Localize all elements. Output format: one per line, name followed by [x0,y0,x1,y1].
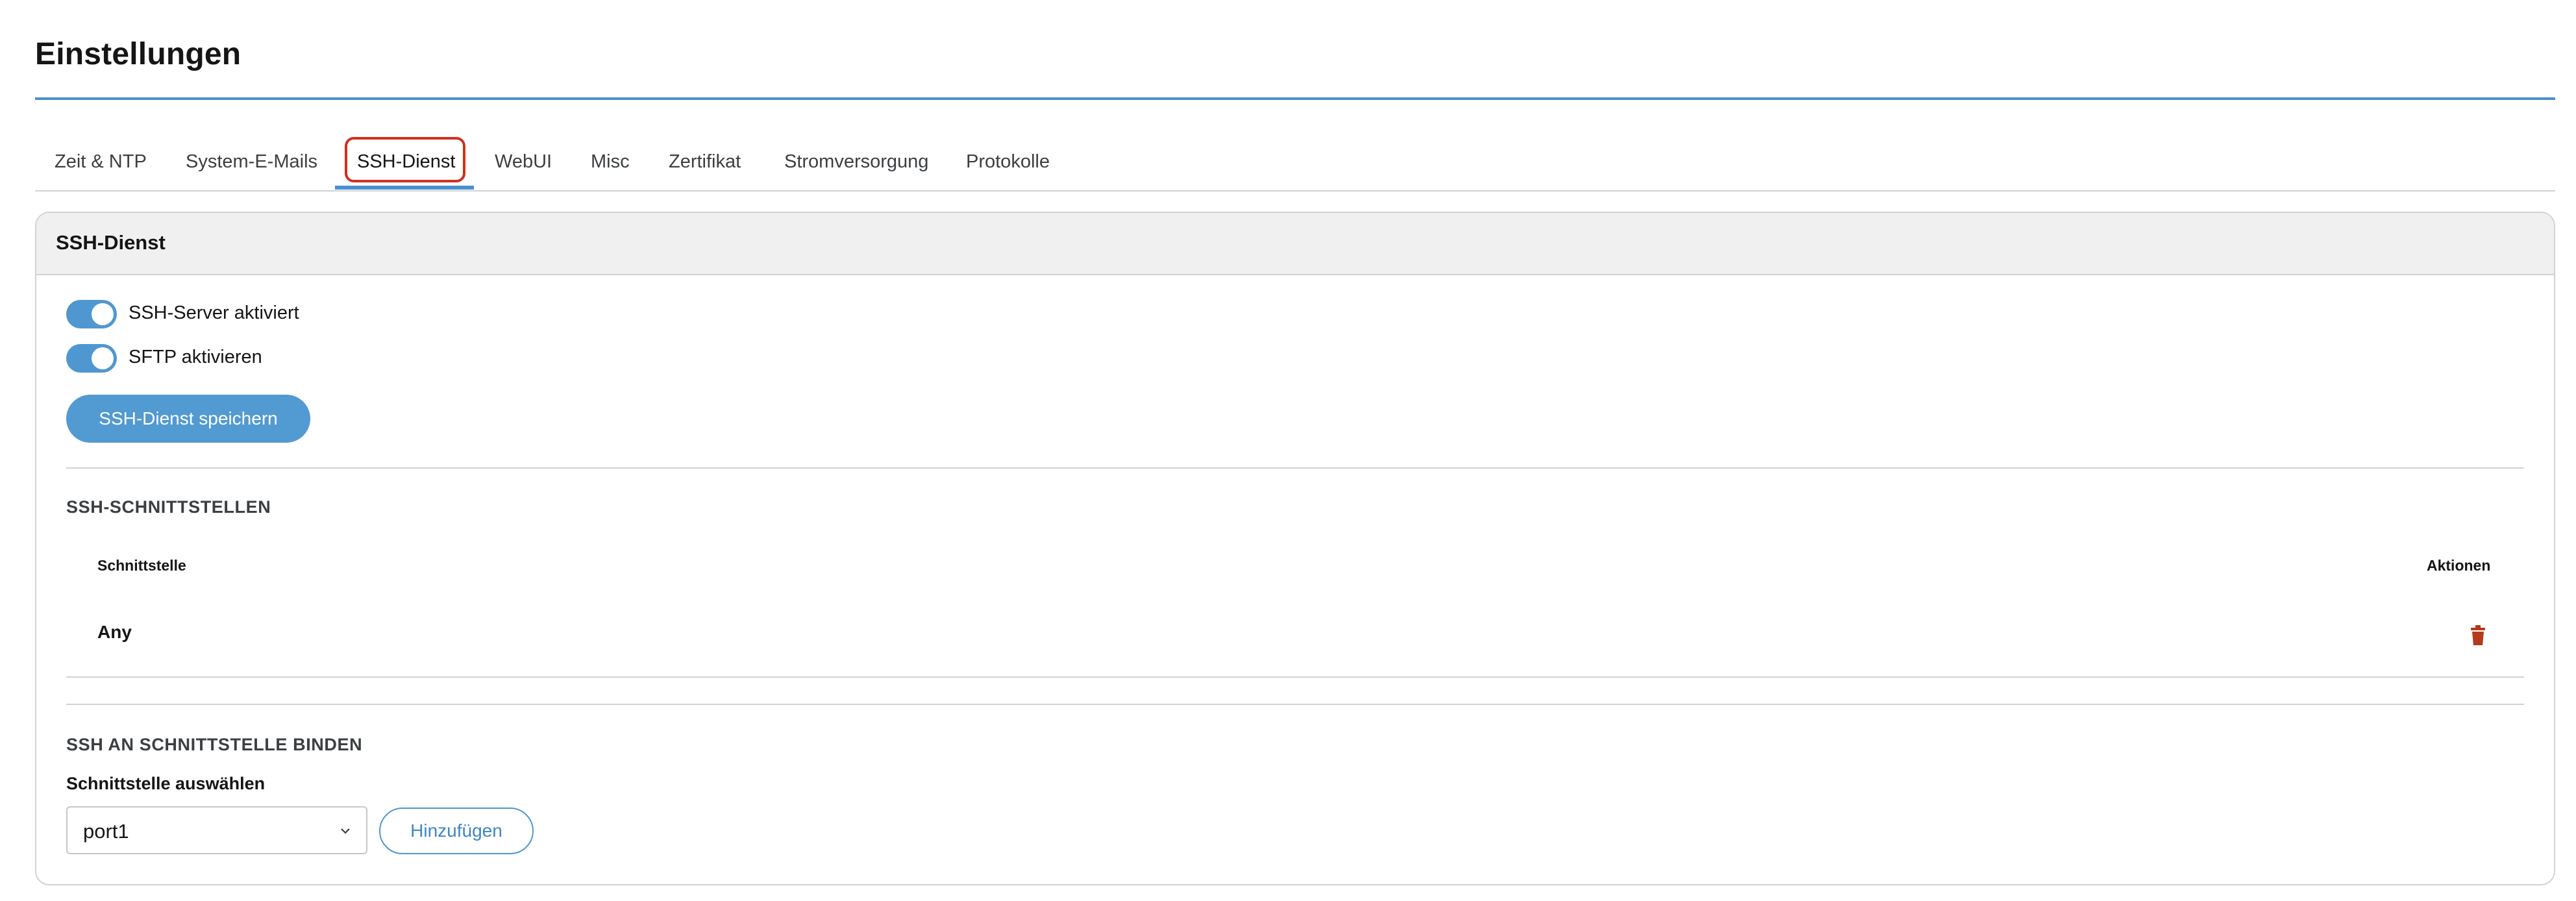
bind-interface-heading: SSH AN SCHNITTSTELLE BINDEN [66,735,363,754]
select-interface-label: Schnittstelle auswählen [66,774,266,793]
card-header: SSH-Dienst [36,213,2554,275]
card-title: SSH-Dienst [56,231,166,254]
divider [66,704,2524,705]
active-tab-indicator [335,186,474,190]
tab-ssh-dienst[interactable]: SSH-Dienst [357,138,456,190]
selected-interface-value: port1 [83,820,129,843]
page-title: Einstellungen [35,37,242,71]
chevron-down-icon [341,828,350,834]
save-ssh-service-button[interactable]: SSH-Dienst speichern [66,395,310,443]
ssh-server-label: SSH-Server aktiviert [129,302,299,323]
sftp-label: SFTP aktivieren [129,347,262,367]
divider [66,467,2524,469]
switch-knob [92,303,114,325]
column-header-interface: Schnittstelle [97,557,186,574]
tab-zertifikat[interactable]: Zertifikat [669,138,741,190]
add-interface-button[interactable]: Hinzufügen [379,808,534,854]
title-divider [35,97,2555,100]
switch-knob [92,347,114,369]
ssh-interfaces-heading: SSH-SCHNITTSTELLEN [66,497,271,517]
ssh-server-switch[interactable] [66,300,117,328]
table-cell-interface: Any [97,622,132,642]
tab-bar: Zeit & NTP System-E-Mails SSH-Dienst Web… [35,137,2555,191]
column-header-actions: Aktionen [2427,557,2491,574]
tab-protokolle[interactable]: Protokolle [966,138,1050,190]
tab-zeit-ntp[interactable]: Zeit & NTP [55,138,147,190]
trash-icon[interactable] [2470,625,2486,646]
table-row-divider [66,676,2524,678]
tab-webui[interactable]: WebUI [495,138,552,190]
ssh-service-card: SSH-Dienst SSH-Server aktiviert SFTP akt… [35,212,2555,885]
tab-stromversorgung[interactable]: Stromversorgung [784,138,928,190]
sftp-switch[interactable] [66,344,117,373]
tab-misc[interactable]: Misc [591,138,630,190]
interface-select[interactable]: port1 [66,806,367,854]
tab-system-emails[interactable]: System-E-Mails [186,138,317,190]
